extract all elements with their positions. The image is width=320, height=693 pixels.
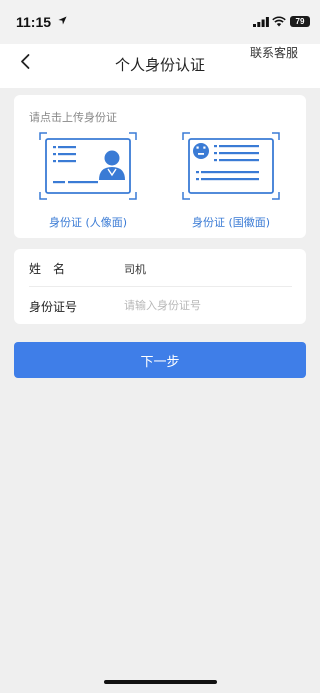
id-number-row: 身份证号: [29, 287, 294, 324]
battery-icon: 79: [290, 16, 310, 27]
upload-id-back-button[interactable]: 身份证 (国徽面): [181, 131, 281, 231]
contact-support-link[interactable]: 联系客服: [250, 44, 298, 61]
id-number-input[interactable]: [124, 295, 294, 315]
id-card-back-icon: [182, 132, 280, 200]
upload-id-front-button[interactable]: 身份证 (人像面): [38, 131, 138, 231]
id-card-front-icon: [39, 132, 137, 200]
name-row: 姓 名 司机: [29, 249, 292, 287]
home-indicator: [104, 680, 217, 684]
name-value: 司机: [124, 263, 146, 276]
next-step-button[interactable]: 下一步: [14, 342, 306, 378]
id-upload-card: 请点击上传身份证 身份证 (人像面) 身份证 (国徽面): [14, 95, 306, 238]
nav-bar: 个人身份认证 联系客服: [0, 44, 320, 88]
location-arrow-icon: [58, 16, 67, 25]
id-front-label: 身份证 (人像面): [48, 216, 128, 229]
signal-icon: [253, 17, 269, 27]
name-label: 姓 名: [29, 262, 66, 276]
status-bar: 11:15 79: [0, 0, 320, 44]
id-back-label: 身份证 (国徽面): [191, 216, 271, 229]
id-number-label: 身份证号: [29, 300, 78, 314]
upload-hint: 请点击上传身份证: [29, 111, 117, 124]
personal-info-card: 姓 名 司机 身份证号: [14, 249, 306, 324]
wifi-icon: [272, 16, 286, 27]
status-time: 11:15: [16, 14, 52, 30]
